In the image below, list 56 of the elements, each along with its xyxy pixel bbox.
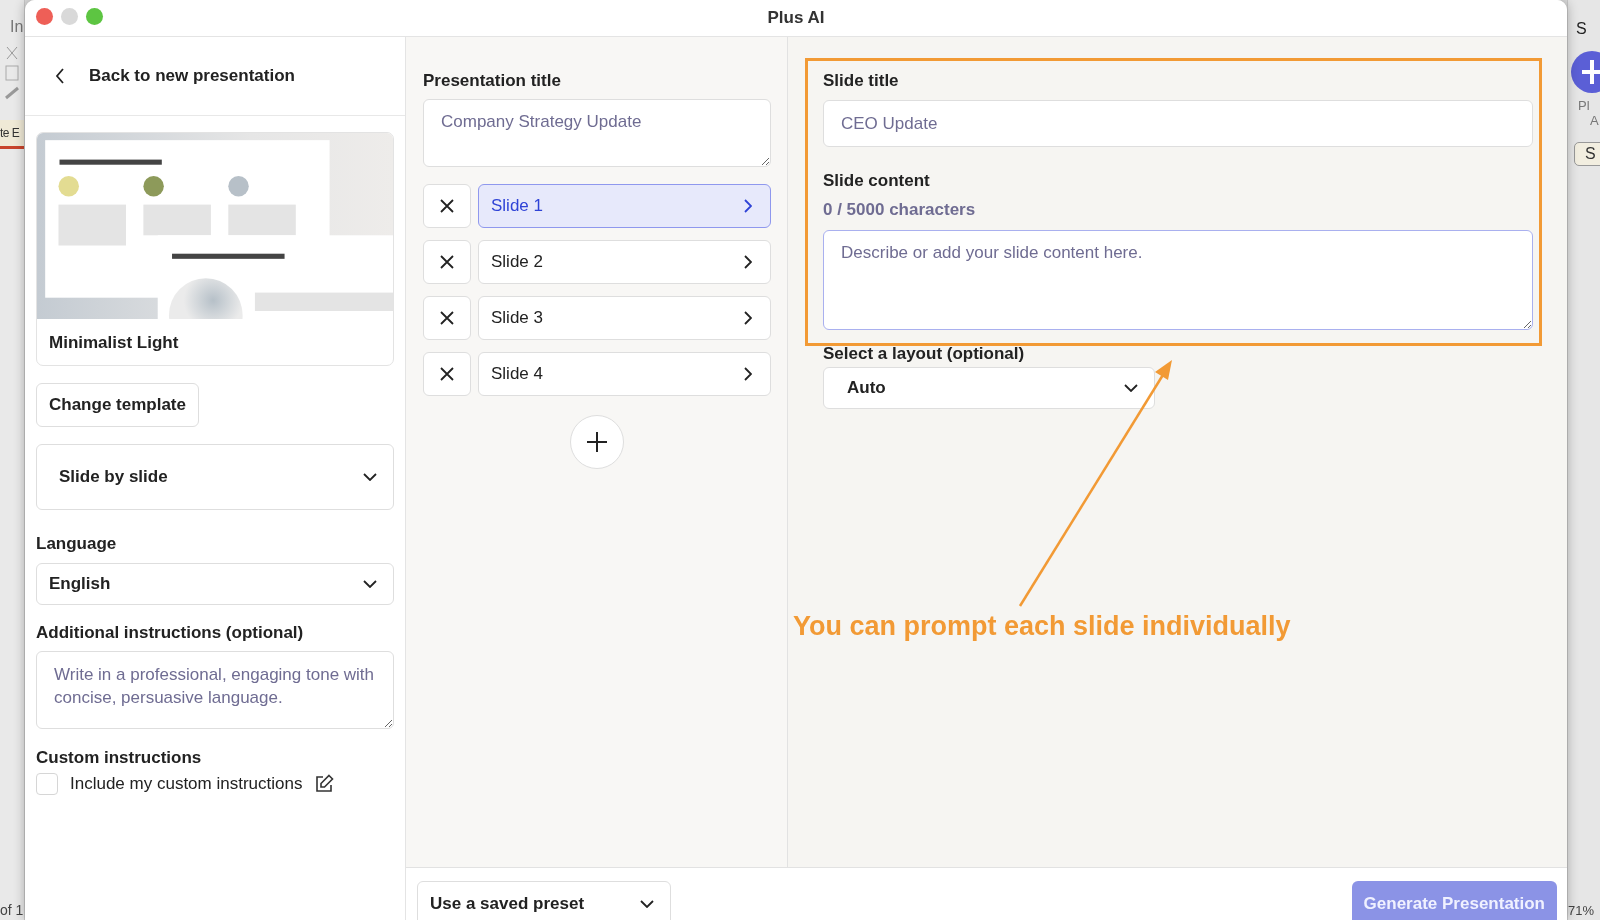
close-icon [439,254,455,270]
close-icon [439,310,455,326]
change-template-button[interactable]: Change template [36,383,199,427]
background-app-text: of 1 [0,902,24,918]
background-app-text: A [1590,113,1599,128]
window-title: Plus AI [767,8,825,28]
slide-item[interactable]: Slide 3 [478,296,771,340]
slide-item[interactable]: Slide 2 [478,240,771,284]
layout-dropdown[interactable]: Auto [823,367,1155,409]
close-icon [439,198,455,214]
chevron-right-icon [744,367,752,381]
chevron-right-icon [744,255,752,269]
chevron-down-icon [1124,384,1138,392]
field-label: Presentation title [423,71,562,91]
slide-item[interactable]: Slide 4 [478,352,771,396]
slide-content-field[interactable]: Describe or add your slide content here. [823,230,1533,330]
template-card[interactable]: Minimalist Light [36,132,394,366]
field-label: Custom instructions [36,748,203,768]
background-app-text: S [1576,20,1587,38]
back-icon [55,68,65,84]
background-app-text: Pl [1578,98,1590,113]
edit-icon [314,774,335,794]
remove-slide-button[interactable] [423,184,471,228]
chevron-down-icon [640,900,654,908]
checkbox-label: Include my custom instructions [70,774,303,794]
field-label: Slide content [823,171,931,191]
chevron-down-icon [363,473,377,481]
annotation-text: You can prompt each slide individually [793,611,1291,642]
field-label: Slide title [823,71,900,91]
back-link[interactable]: Back to new presentation [55,66,295,86]
background-app-text: In [10,18,24,36]
slide-item[interactable]: Slide 1 [478,184,771,228]
chevron-right-icon [744,311,752,325]
field-label: Language [36,534,118,554]
chevron-right-icon [744,199,752,213]
add-slide-button[interactable] [570,415,624,469]
remove-slide-button[interactable] [423,240,471,284]
character-counter: 0 / 5000 characters [823,200,977,220]
field-label: Additional instructions (optional) [36,623,305,643]
checkbox[interactable] [36,773,58,795]
language-dropdown[interactable]: English [36,563,394,605]
slide-title-field[interactable]: CEO Update [823,100,1533,147]
presentation-title-field[interactable]: Company Strategy Update [423,99,771,167]
instructions-field[interactable]: Write in a professional, engaging tone with concise, persuasive language. [36,651,394,729]
close-icon [439,366,455,382]
remove-slide-button[interactable] [423,296,471,340]
chevron-down-icon [363,580,377,588]
template-name: Minimalist Light [48,332,180,354]
plus-icon [586,431,608,453]
background-app-text: te E [0,120,24,149]
window-control-button[interactable] [36,8,53,25]
field-label: Select a layout (optional) [823,344,1026,364]
app-logo-icon [1570,50,1600,94]
remove-slide-button[interactable] [423,352,471,396]
background-app-text: 71% [1568,903,1595,918]
mode-dropdown[interactable]: Slide by slide [36,444,394,510]
